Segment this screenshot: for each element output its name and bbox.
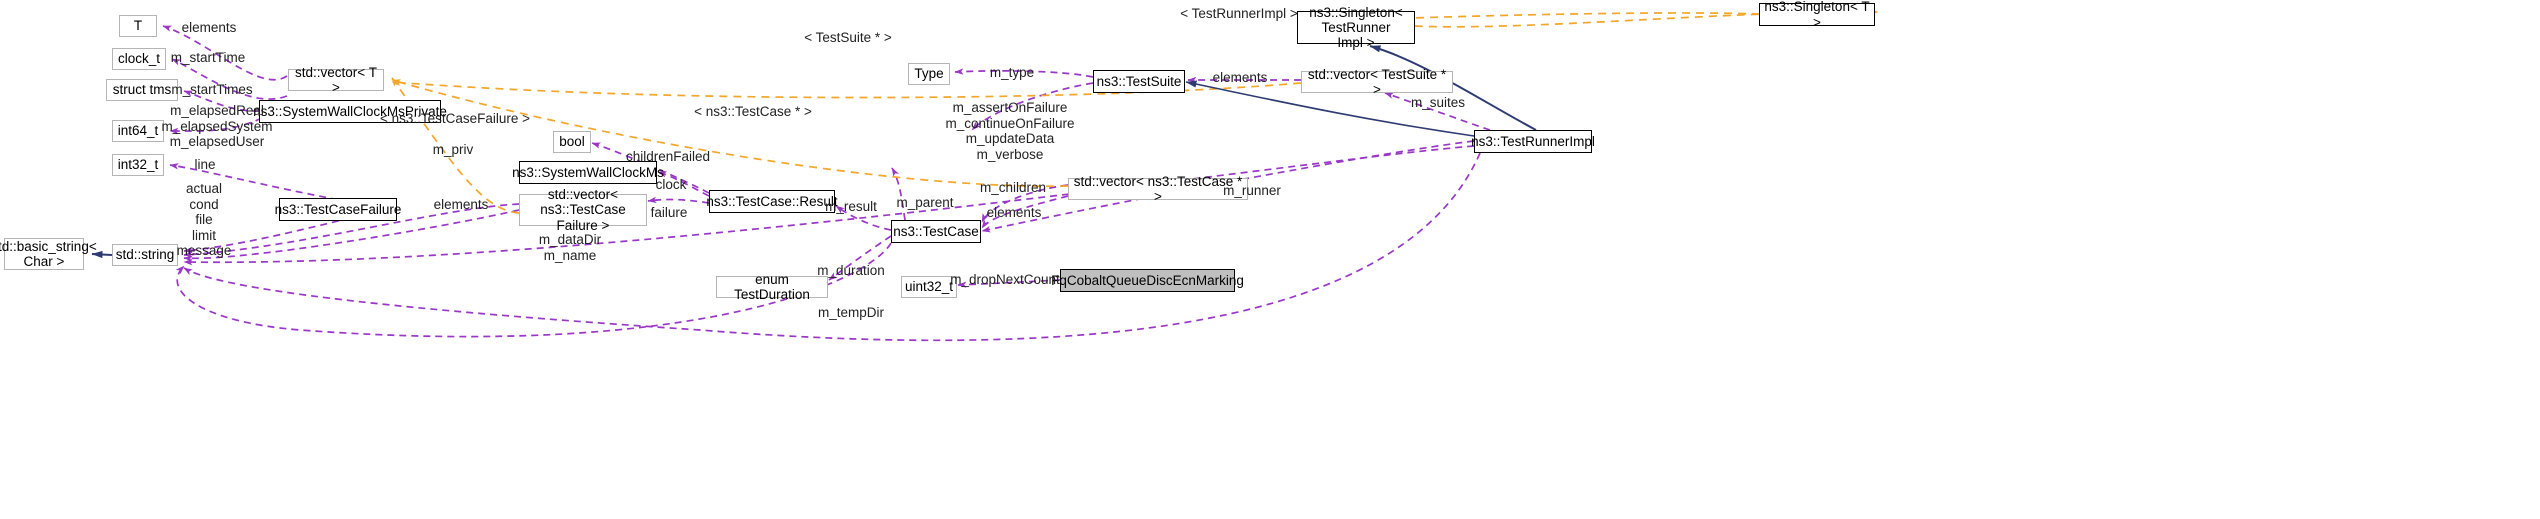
- node-test-suite[interactable]: ns3::TestSuite: [1093, 70, 1185, 93]
- edge-label-ns3-test-case-failure: < ns3::TestCaseFailure >: [379, 111, 531, 126]
- node-type[interactable]: Type: [908, 63, 950, 85]
- node-int32-t[interactable]: int32_t: [112, 154, 164, 176]
- node-singleton-test-runner-impl[interactable]: ns3::Singleton< TestRunner Impl >: [1297, 5, 1415, 50]
- node-label: ns3::TestCase::Result: [706, 193, 838, 209]
- edge-label-elements-ts: elements: [1212, 70, 1268, 85]
- edge-label-m-children: m_children: [979, 180, 1047, 195]
- node-label: struct tms: [112, 82, 172, 98]
- edge-label-test-suite-ptr: < TestSuite * >: [804, 30, 892, 45]
- edge-label-m-suites: m_suites: [1410, 95, 1466, 110]
- node-T[interactable]: T: [119, 15, 157, 37]
- node-struct-tms[interactable]: struct tms: [106, 79, 178, 101]
- edge-label-clock: clock: [655, 177, 687, 192]
- node-label: int64_t: [117, 123, 159, 139]
- edge-label-m-start-time: m_startTime: [170, 50, 246, 65]
- edge-label-m-start-times: m_startTimes: [171, 82, 253, 97]
- node-enum-test-duration[interactable]: enum TestDuration: [716, 272, 828, 302]
- node-label: ns3::Singleton< T >: [1764, 0, 1870, 30]
- edge-label-failure-fields: actual cond file limit message: [176, 181, 232, 259]
- node-label: Type: [914, 66, 944, 82]
- node-label: std::vector< ns3::TestCase * >: [1073, 173, 1243, 204]
- node-label: ns3::TestCaseFailure: [274, 201, 402, 217]
- node-singleton-t[interactable]: ns3::Singleton< T >: [1759, 0, 1875, 30]
- node-vector-test-case-failure[interactable]: std::vector< ns3::TestCase Failure >: [519, 187, 647, 233]
- node-std-vector-t[interactable]: std::vector< T >: [288, 65, 384, 95]
- node-label: enum TestDuration: [734, 271, 810, 302]
- edge-tmpl-singleton-line: [1414, 13, 1767, 28]
- node-vector-test-case-ptr[interactable]: std::vector< ns3::TestCase * >: [1068, 174, 1248, 204]
- edge-label-failure: failure: [650, 205, 688, 220]
- node-label: ns3::TestSuite: [1096, 73, 1182, 89]
- node-test-case-result[interactable]: ns3::TestCase::Result: [706, 190, 838, 213]
- edge-label-m-type: m_type: [989, 65, 1035, 80]
- collaboration-diagram: T clock_t struct tms int64_t int32_t std…: [0, 0, 2540, 519]
- node-label: ns3::TestRunnerImpl: [1471, 133, 1595, 149]
- node-label: uint32_t: [904, 279, 954, 295]
- edge-label-ns3-test-case-ptr: < ns3::TestCase * >: [694, 104, 812, 119]
- edge-label-elements-tc: elements: [986, 205, 1042, 220]
- node-label: FqCobaltQueueDiscEcnMarking: [1051, 272, 1244, 288]
- node-label: std::vector< TestSuite * >: [1307, 66, 1447, 97]
- node-int64-t[interactable]: int64_t: [112, 120, 164, 142]
- node-label: T: [133, 18, 143, 34]
- edge-label-children-failed: childrenFailed: [625, 149, 711, 164]
- node-label: std::vector< ns3::TestCase Failure >: [540, 187, 626, 233]
- node-test-case[interactable]: ns3::TestCase: [891, 220, 981, 243]
- node-label: clock_t: [117, 51, 161, 67]
- node-label: ns3::SystemWallClockMs: [512, 164, 664, 180]
- edge-result-vectortcf: [647, 196, 710, 204]
- edge-label-m-temp-dir: m_tempDir: [817, 305, 885, 320]
- node-label: ns3::Singleton< TestRunner Impl >: [1309, 4, 1403, 51]
- node-std-string[interactable]: std::string: [112, 244, 178, 266]
- node-fq-cobalt-queue-disc-ecn-marking[interactable]: FqCobaltQueueDiscEcnMarking: [1051, 269, 1244, 292]
- edge-label-m-parent: m_parent: [896, 195, 954, 210]
- node-bool[interactable]: bool: [553, 131, 591, 153]
- edge-label-assert-group: m_assertOnFailure m_continueOnFailure m_…: [945, 100, 1075, 162]
- node-test-case-failure[interactable]: ns3::TestCaseFailure: [275, 198, 401, 221]
- edge-label-line: line: [194, 157, 216, 172]
- node-label: std::string: [115, 247, 175, 263]
- edge-label-m-duration: m_duration: [817, 263, 885, 278]
- edge-label-m-result: m_result: [825, 199, 877, 214]
- edge-label-m-runner: m_runner: [1223, 183, 1281, 198]
- node-label: std::vector< T >: [295, 64, 377, 95]
- node-label: bool: [559, 134, 585, 150]
- node-label: ns3::TestCase: [893, 223, 979, 239]
- node-uint32-t[interactable]: uint32_t: [901, 276, 957, 298]
- edge-label-m-data-dir: m_dataDir m_name: [538, 232, 602, 263]
- edge-label-elements-t: elements: [181, 20, 237, 35]
- edge-label-elements-tcf: elements: [433, 197, 489, 212]
- edge-label-m-priv: m_priv: [432, 142, 474, 157]
- node-std-basic-string[interactable]: std::basic_string< Char >: [0, 238, 97, 270]
- edge-label-test-runner-impl: < TestRunnerImpl >: [1180, 6, 1298, 21]
- node-test-runner-impl[interactable]: ns3::TestRunnerImpl: [1471, 130, 1595, 153]
- node-label: std::basic_string< Char >: [0, 238, 97, 269]
- edge-label-m-drop-next-count: m_dropNextCount: [950, 272, 1060, 287]
- node-clock-t[interactable]: clock_t: [112, 48, 166, 70]
- edge-testcase-parent: [891, 167, 906, 221]
- node-label: int32_t: [117, 157, 159, 173]
- node-vector-test-suite-ptr[interactable]: std::vector< TestSuite * >: [1301, 67, 1453, 97]
- edge-label-elapsed-group: m_elapsedReal m_elapsedSystem m_elapsedU…: [161, 103, 273, 150]
